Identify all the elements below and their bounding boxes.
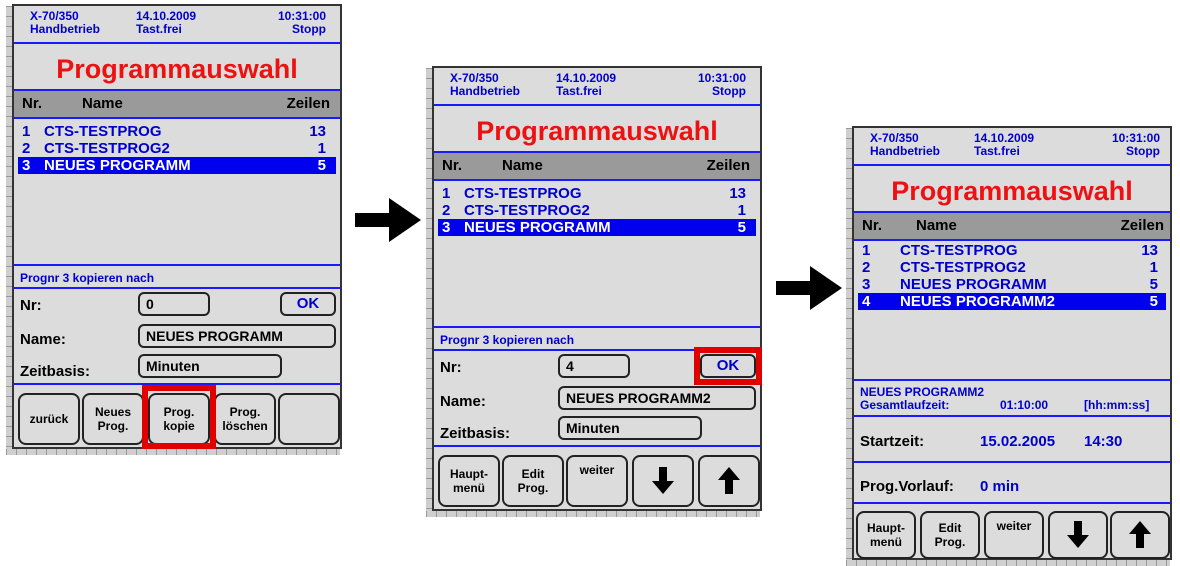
program-row[interactable]: 2 CTS-TESTPROG2 1 [18, 140, 336, 157]
divider [854, 502, 1170, 504]
screen-program-selection-2: X-70/350 Handbetrieb 14.10.2009 Tast.fre… [426, 66, 762, 517]
mode-label: Handbetrieb [870, 144, 941, 158]
lead-time-value[interactable]: 0 min [980, 478, 1019, 495]
arrow-right-icon [355, 198, 421, 242]
col-name: Name [502, 157, 543, 174]
nr-label: Nr: [440, 359, 462, 376]
program-row[interactable]: 1 CTS-TESTPROG 13 [438, 185, 756, 202]
program-row[interactable]: 2 CTS-TESTPROG2 1 [438, 202, 756, 219]
col-nr: Nr. [22, 95, 43, 112]
program-info: NEUES PROGRAMM2 Gesamtlaufzeit: 01:10:00… [854, 379, 1170, 415]
up-arrow-icon [1129, 521, 1151, 548]
next-button[interactable]: weiter [984, 511, 1044, 559]
col-name: Name [82, 95, 123, 112]
page-title: Programmauswahl [891, 176, 1133, 206]
program-row-selected[interactable]: 4 NEUES PROGRAMM2 5 [858, 293, 1166, 310]
next-button[interactable]: weiter [566, 455, 628, 507]
nr-field[interactable]: 0 [138, 292, 210, 316]
screen-program-selection-3: X-70/350 Handbetrieb 14.10.2009 Tast.fre… [846, 126, 1172, 566]
program-row[interactable]: 1 CTS-TESTPROG 13 [858, 242, 1166, 259]
keys-label: Tast.frei [556, 84, 602, 98]
page-title: Programmauswahl [476, 116, 718, 146]
highlight-copy-button [142, 385, 216, 449]
status-label: Stopp [292, 22, 326, 36]
edit-program-button[interactable]: Edit Prog. [920, 511, 980, 559]
copy-info: Prognr 3 kopieren nach [14, 264, 340, 288]
col-lines: Zeilen [286, 95, 330, 112]
status-header: X-70/350 Handbetrieb 14.10.2009 Tast.fre… [854, 128, 1170, 166]
down-button[interactable] [1048, 511, 1108, 559]
program-row[interactable]: 3 NEUES PROGRAMM 5 [858, 276, 1166, 293]
column-header: Nr. Name Zeilen [14, 89, 340, 119]
arrow-right-icon [776, 266, 842, 310]
status-label: Stopp [712, 84, 746, 98]
total-runtime-unit: [hh:mm:ss] [1084, 398, 1150, 412]
name-field[interactable]: NEUES PROGRAMM2 [558, 386, 756, 410]
up-arrow-icon [718, 467, 740, 494]
name-field[interactable]: NEUES PROGRAMM [138, 324, 336, 348]
copy-title: Prognr 3 kopieren nach [20, 271, 155, 285]
total-runtime-label: Gesamtlaufzeit: [860, 398, 950, 412]
down-button[interactable] [632, 455, 694, 507]
lead-time-label: Prog.Vorlauf: [860, 478, 954, 495]
keys-label: Tast.frei [974, 144, 1020, 158]
program-row-selected[interactable]: 3 NEUES PROGRAMM 5 [438, 219, 756, 236]
keys-label: Tast.frei [136, 22, 182, 36]
program-row-selected[interactable]: 3 NEUES PROGRAMM 5 [18, 157, 336, 174]
column-header: Nr. Name Zeilen [434, 151, 760, 181]
col-name: Name [916, 217, 957, 234]
screen-program-selection-1: X-70/350 Handbetrieb 14.10.2009 Tast.fre… [6, 4, 342, 455]
col-nr: Nr. [862, 217, 883, 234]
mode-label: Handbetrieb [30, 22, 101, 36]
status-header: X-70/350 Handbetrieb 14.10.2009 Tast.fre… [14, 6, 340, 44]
time-base-label: Zeitbasis: [20, 363, 91, 380]
new-program-button[interactable]: Neues Prog. [82, 393, 144, 445]
main-menu-button[interactable]: Haupt- menü [856, 511, 916, 559]
divider [854, 461, 1170, 463]
mode-label: Handbetrieb [450, 84, 521, 98]
time-base-field[interactable]: Minuten [558, 416, 702, 440]
status-header: X-70/350 Handbetrieb 14.10.2009 Tast.fre… [434, 68, 760, 106]
column-header: Nr. Name Zeilen [854, 211, 1170, 241]
up-button[interactable] [1110, 511, 1170, 559]
col-lines: Zeilen [1120, 217, 1164, 234]
name-label: Name: [20, 331, 66, 348]
highlight-ok-button [694, 347, 762, 385]
divider [14, 287, 340, 289]
copy-title: Prognr 3 kopieren nach [440, 333, 575, 347]
divider [434, 445, 760, 447]
down-arrow-icon [1067, 521, 1089, 548]
up-button[interactable] [698, 455, 760, 507]
empty-button[interactable] [278, 393, 340, 445]
col-lines: Zeilen [706, 157, 750, 174]
ok-button[interactable]: OK [280, 292, 336, 316]
down-arrow-icon [652, 467, 674, 494]
delete-program-button[interactable]: Prog. löschen [214, 393, 276, 445]
program-row[interactable]: 1 CTS-TESTPROG 13 [18, 123, 336, 140]
status-label: Stopp [1126, 144, 1160, 158]
program-name-label: NEUES PROGRAMM2 [860, 385, 985, 399]
start-date-value[interactable]: 15.02.2005 [980, 433, 1055, 450]
start-time-label: Startzeit: [860, 433, 925, 450]
col-nr: Nr. [442, 157, 463, 174]
nr-field[interactable]: 4 [558, 354, 630, 378]
program-row[interactable]: 2 CTS-TESTPROG2 1 [858, 259, 1166, 276]
nr-label: Nr: [20, 297, 42, 314]
time-base-label: Zeitbasis: [440, 425, 511, 442]
divider [854, 415, 1170, 417]
time-base-field[interactable]: Minuten [138, 354, 282, 378]
main-menu-button[interactable]: Haupt- menü [438, 455, 500, 507]
back-button[interactable]: zurück [18, 393, 80, 445]
page-title: Programmauswahl [56, 54, 298, 84]
name-label: Name: [440, 393, 486, 410]
edit-program-button[interactable]: Edit Prog. [502, 455, 564, 507]
total-runtime-value: 01:10:00 [1000, 398, 1049, 412]
start-time-value[interactable]: 14:30 [1084, 433, 1122, 450]
